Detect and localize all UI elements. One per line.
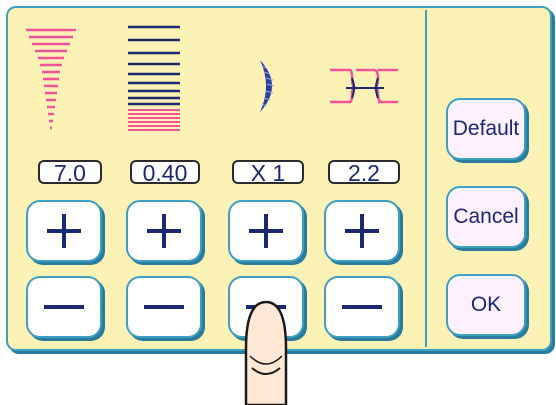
elongation-increase-button[interactable] bbox=[228, 200, 304, 262]
minus-icon bbox=[144, 305, 184, 309]
elongation-value: X 1 bbox=[232, 160, 304, 184]
minus-icon bbox=[342, 305, 382, 309]
cancel-button[interactable]: Cancel bbox=[446, 186, 526, 248]
default-button[interactable]: Default bbox=[446, 98, 526, 160]
thread-tension-icon bbox=[330, 68, 398, 104]
stitch-width-value: 7.0 bbox=[38, 160, 102, 184]
plus-icon bbox=[147, 214, 181, 248]
crescent-satin-icon bbox=[260, 60, 275, 112]
stitch-length-increase-button[interactable] bbox=[126, 200, 202, 262]
panel-divider bbox=[425, 10, 427, 347]
stitch-length-decrease-button[interactable] bbox=[126, 276, 202, 338]
stitch-width-increase-button[interactable] bbox=[26, 200, 102, 262]
stitch-length-value: 0.40 bbox=[130, 160, 200, 184]
tension-increase-button[interactable] bbox=[324, 200, 400, 262]
tension-decrease-button[interactable] bbox=[324, 276, 400, 338]
ok-button[interactable]: OK bbox=[446, 274, 526, 336]
plus-icon bbox=[47, 214, 81, 248]
plus-icon bbox=[249, 214, 283, 248]
minus-icon bbox=[44, 305, 84, 309]
plus-icon bbox=[345, 214, 379, 248]
stitch-width-decrease-button[interactable] bbox=[26, 276, 102, 338]
length-lines-icon bbox=[128, 25, 180, 131]
width-taper-icon bbox=[26, 28, 76, 130]
finger-pointer-icon bbox=[244, 300, 288, 405]
tension-value: 2.2 bbox=[328, 160, 400, 184]
